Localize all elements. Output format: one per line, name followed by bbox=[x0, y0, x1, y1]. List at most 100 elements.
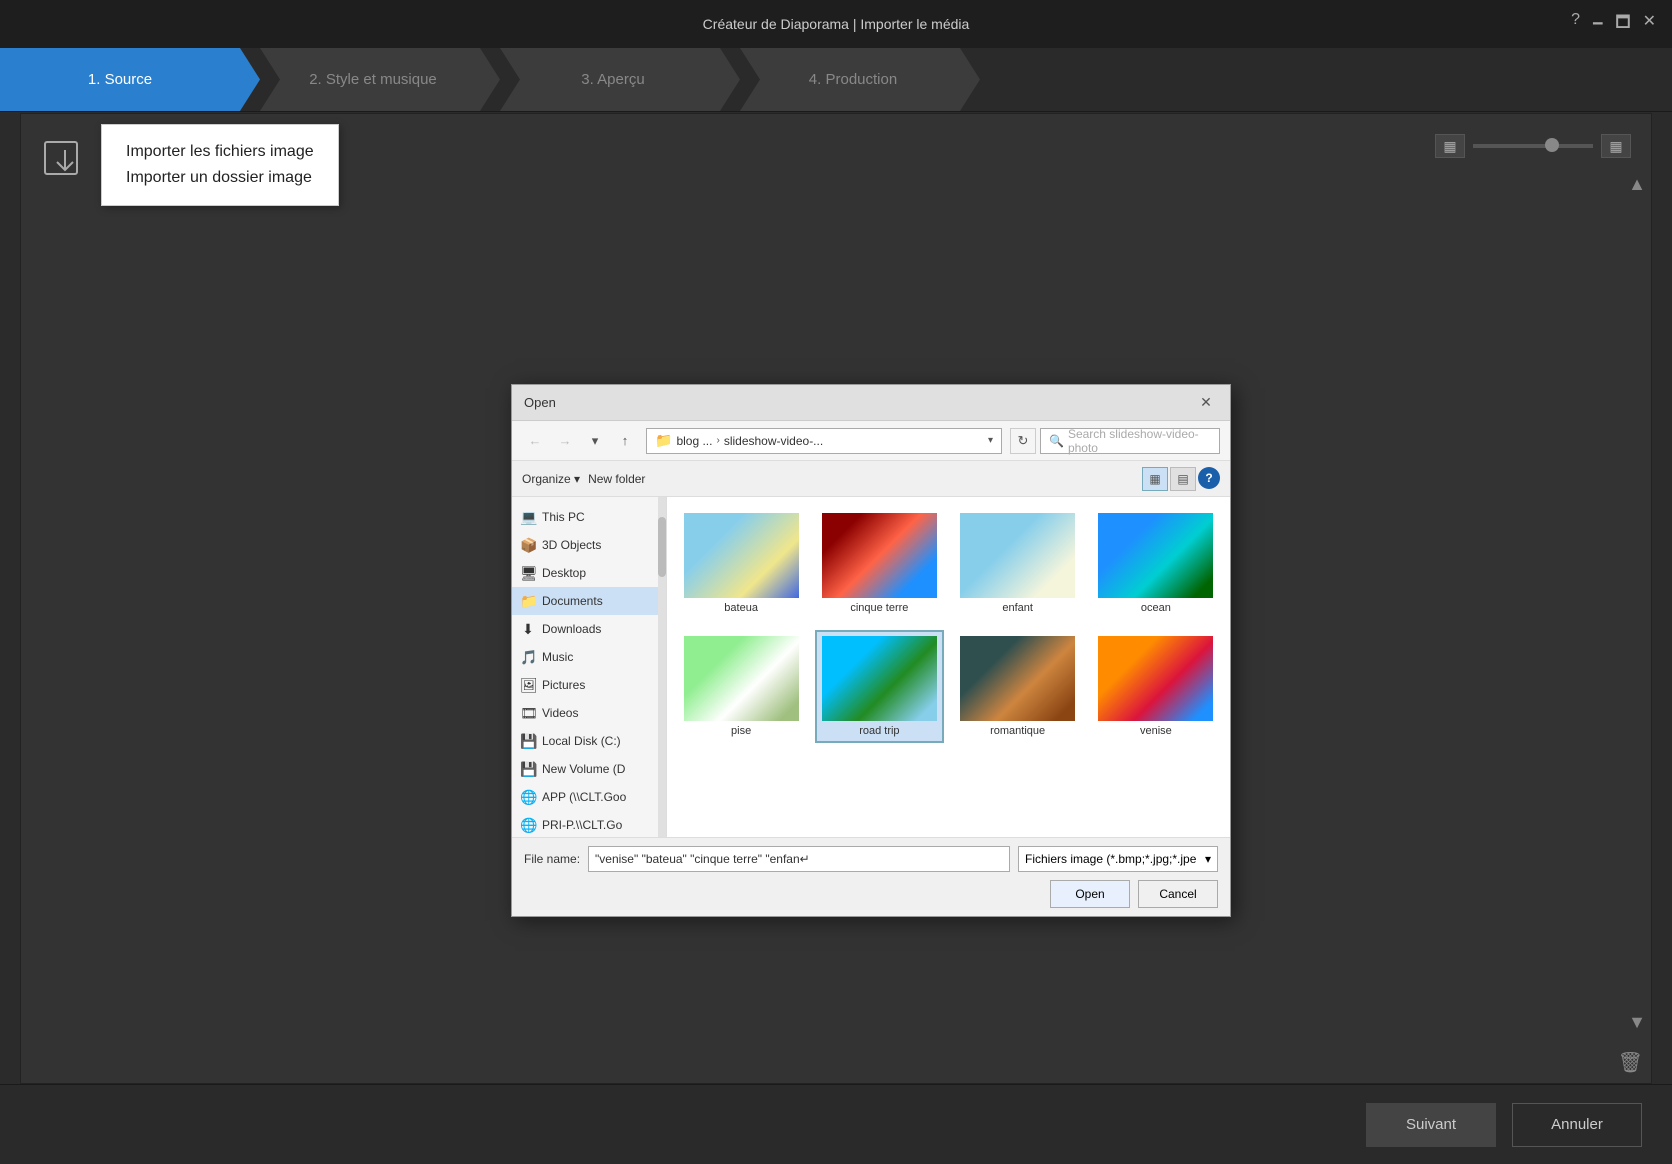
sidebar-item-downloads[interactable]: ⬇ Downloads bbox=[512, 615, 666, 643]
file-label-ocean: ocean bbox=[1141, 602, 1171, 614]
minimize-button[interactable]: 🗕 bbox=[1592, 11, 1603, 38]
file-label-venise: venise bbox=[1140, 725, 1172, 737]
annuler-button[interactable]: Annuler bbox=[1512, 1103, 1642, 1147]
videos-label: Videos bbox=[542, 706, 578, 720]
path-bar: 📁 blog ... › slideshow-video-... ▾ bbox=[646, 428, 1002, 454]
path-part-1: blog ... bbox=[676, 434, 712, 448]
sidebar-item-this-pc[interactable]: 💻 This PC bbox=[512, 503, 666, 531]
path-dropdown-chevron[interactable]: ▾ bbox=[988, 435, 993, 446]
file-thumb-romantique bbox=[960, 636, 1075, 721]
organize-bar: Organize ▾ New folder ▦ ▤ ? bbox=[512, 461, 1230, 497]
dialog-help-btn[interactable]: ? bbox=[1198, 467, 1220, 489]
step-3-label: 3. Aperçu bbox=[581, 71, 644, 88]
title-bar: Créateur de Diaporama | Importer le médi… bbox=[0, 0, 1672, 48]
file-item-cinque-terre[interactable]: cinque terre bbox=[815, 507, 943, 620]
this-pc-icon: 💻 bbox=[520, 509, 536, 526]
sidebar-item-desktop[interactable]: 🖥 Desktop bbox=[512, 559, 666, 587]
view-details-btn[interactable]: ▤ bbox=[1170, 467, 1196, 491]
view-buttons: ▦ ▤ ? bbox=[1142, 467, 1220, 491]
step-1-label: 1. Source bbox=[88, 71, 152, 88]
sidebar-item-documents[interactable]: 📁 Documents bbox=[512, 587, 666, 615]
step-3[interactable]: 3. Aperçu bbox=[500, 48, 740, 111]
sidebar-item-new-volume-d[interactable]: 💾 New Volume (D bbox=[512, 755, 666, 783]
step-2-label: 2. Style et musique bbox=[309, 71, 437, 88]
window-title: Créateur de Diaporama | Importer le médi… bbox=[703, 16, 970, 32]
sidebar-item-local-disk-c[interactable]: 💾 Local Disk (C:) bbox=[512, 727, 666, 755]
suivant-button[interactable]: Suivant bbox=[1366, 1103, 1496, 1147]
file-item-enfant[interactable]: enfant bbox=[954, 507, 1082, 620]
sidebar-item-music[interactable]: 🎵 Music bbox=[512, 643, 666, 671]
dialog-cancel-btn[interactable]: Cancel bbox=[1138, 880, 1218, 908]
steps-navigation: 1. Source 2. Style et musique 3. Aperçu … bbox=[0, 48, 1672, 112]
step-4-label: 4. Production bbox=[809, 71, 897, 88]
file-item-road-trip[interactable]: road trip bbox=[815, 630, 943, 743]
forward-btn[interactable]: → bbox=[552, 428, 578, 454]
dialog-close-btn[interactable]: ✕ bbox=[1194, 391, 1218, 415]
step-2[interactable]: 2. Style et musique bbox=[260, 48, 500, 111]
file-thumb-road-trip bbox=[822, 636, 937, 721]
main-area: Importer les fichiers image Importer un … bbox=[20, 113, 1652, 1084]
search-placeholder: Search slideshow-video-photo bbox=[1068, 427, 1211, 455]
file-label-romantique: romantique bbox=[990, 725, 1045, 737]
pictures-label: Pictures bbox=[542, 678, 585, 692]
downloads-icon: ⬇ bbox=[520, 621, 536, 638]
step-4[interactable]: 4. Production bbox=[740, 48, 980, 111]
file-item-bateua[interactable]: bateua bbox=[677, 507, 805, 620]
dialog-title: Open bbox=[524, 395, 1194, 410]
new-volume-d-label: New Volume (D bbox=[542, 762, 625, 776]
documents-icon: 📁 bbox=[520, 593, 536, 610]
file-item-romantique[interactable]: romantique bbox=[954, 630, 1082, 743]
filetype-chevron: ▾ bbox=[1205, 852, 1211, 866]
step-1[interactable]: 1. Source bbox=[0, 48, 260, 111]
sidebar-item-app-clt[interactable]: 🌐 APP (\\CLT.Goo bbox=[512, 783, 666, 811]
up-btn[interactable]: ↑ bbox=[612, 428, 638, 454]
desktop-icon: 🖥 bbox=[520, 565, 536, 582]
documents-label: Documents bbox=[542, 594, 603, 608]
filetype-dropdown[interactable]: Fichiers image (*.bmp;*.jpg;*.jpe ▾ bbox=[1018, 846, 1218, 872]
close-button[interactable]: ✕ bbox=[1643, 11, 1656, 38]
file-thumb-bateua bbox=[684, 513, 799, 598]
desktop-label: Desktop bbox=[542, 566, 586, 580]
dialog-open-btn[interactable]: Open bbox=[1050, 880, 1130, 908]
sidebar-item-videos[interactable]: 🎞 Videos bbox=[512, 699, 666, 727]
organize-btn[interactable]: Organize ▾ bbox=[522, 472, 580, 486]
search-bar[interactable]: 🔍 Search slideshow-video-photo bbox=[1040, 428, 1220, 454]
3d-objects-label: 3D Objects bbox=[542, 538, 601, 552]
downloads-label: Downloads bbox=[542, 622, 601, 636]
file-item-ocean[interactable]: ocean bbox=[1092, 507, 1220, 620]
sidebar-item-pictures[interactable]: 🖼 Pictures bbox=[512, 671, 666, 699]
search-icon: 🔍 bbox=[1049, 434, 1064, 448]
view-large-icons-btn[interactable]: ▦ bbox=[1142, 467, 1168, 491]
new-volume-d-icon: 💾 bbox=[520, 761, 536, 778]
filename-input[interactable] bbox=[588, 846, 1010, 872]
pictures-icon: 🖼 bbox=[520, 677, 536, 694]
3d-objects-icon: 📦 bbox=[520, 537, 536, 554]
filetype-text: Fichiers image (*.bmp;*.jpg;*.jpe bbox=[1025, 852, 1196, 866]
refresh-btn[interactable]: ↻ bbox=[1010, 428, 1036, 454]
file-item-pise[interactable]: pise bbox=[677, 630, 805, 743]
file-thumb-ocean bbox=[1098, 513, 1213, 598]
dialog-sidebar: 💻 This PC 📦 3D Objects 🖥 Desktop 📁 Docum… bbox=[512, 497, 667, 837]
local-disk-c-icon: 💾 bbox=[520, 733, 536, 750]
file-grid: bateua cinque terre enfant ocean bbox=[677, 507, 1220, 743]
dialog-titlebar: Open ✕ bbox=[512, 385, 1230, 421]
file-label-enfant: enfant bbox=[1002, 602, 1033, 614]
dropdown-btn[interactable]: ▾ bbox=[582, 428, 608, 454]
pri-p-clt-icon: 🌐 bbox=[520, 817, 536, 834]
back-btn[interactable]: ← bbox=[522, 428, 548, 454]
open-file-dialog: Open ✕ ← → ▾ ↑ 📁 blog ... › slideshow-vi… bbox=[511, 384, 1231, 917]
this-pc-label: This PC bbox=[542, 510, 585, 524]
sidebar-scrollbar-thumb[interactable] bbox=[658, 517, 666, 577]
file-thumb-cinque-terre bbox=[822, 513, 937, 598]
file-item-venise[interactable]: venise bbox=[1092, 630, 1220, 743]
help-button[interactable]: ? bbox=[1571, 11, 1580, 38]
file-label-pise: pise bbox=[731, 725, 751, 737]
sidebar-scrollbar[interactable] bbox=[658, 497, 666, 837]
new-folder-btn[interactable]: New folder bbox=[588, 472, 645, 486]
filename-row: File name: Fichiers image (*.bmp;*.jpg;*… bbox=[524, 846, 1218, 872]
music-icon: 🎵 bbox=[520, 649, 536, 666]
maximize-button[interactable]: 🗖 bbox=[1615, 11, 1630, 38]
file-thumb-venise bbox=[1098, 636, 1213, 721]
sidebar-item-3d-objects[interactable]: 📦 3D Objects bbox=[512, 531, 666, 559]
sidebar-item-pri-p-clt[interactable]: 🌐 PRI-P.\\CLT.Go bbox=[512, 811, 666, 837]
